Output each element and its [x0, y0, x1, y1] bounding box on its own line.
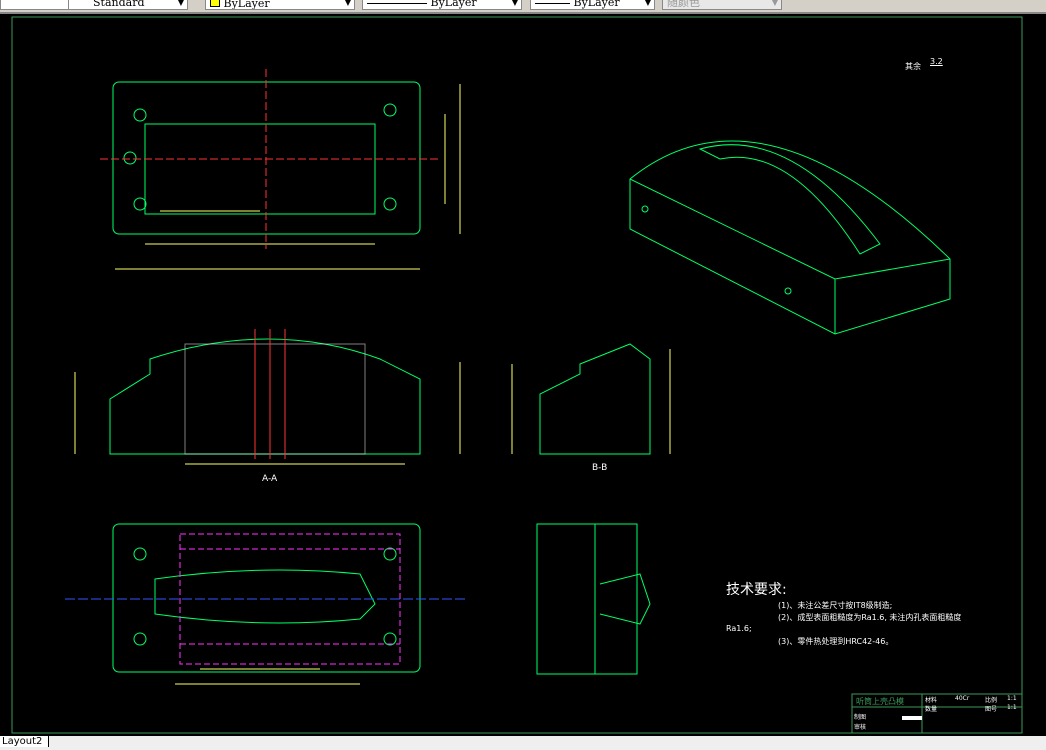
scale-value: 1:1 [1007, 695, 1017, 702]
layout-tabs: Layout2 [0, 736, 1046, 750]
bottom-view [112, 523, 421, 673]
lineweight-dropdown[interactable]: ByLayer ▼ [530, 0, 655, 10]
side-view [536, 523, 651, 675]
chevron-down-icon: ▼ [771, 0, 778, 7]
qty-label: 数量 [925, 706, 938, 713]
section-label-b-b: B-B [592, 463, 608, 473]
tech-item: (1)、未注公差尺寸按IT8级制造; [778, 601, 893, 610]
signature-box [902, 716, 922, 720]
isometric-view [629, 140, 951, 335]
chevron-down-icon: ▼ [177, 0, 184, 7]
chevron-down-icon: ▼ [344, 0, 351, 7]
part-name: 听筒上壳凸模 [856, 697, 904, 706]
tech-requirements-title: 技术要求: [726, 582, 787, 598]
material-label: 材料 [925, 697, 938, 704]
roughness-note: 其余 [905, 62, 921, 71]
cad-drawing [11, 16, 1023, 734]
plotstyle-dropdown[interactable]: 随颜色 ▼ [662, 0, 782, 10]
section-a-a [109, 338, 421, 455]
tab-layout2[interactable]: Layout2 [0, 736, 50, 747]
properties-toolbar: ▼ Standard▼ ByLayer▼ ByLayer▼ ByLayer▼ 随… [0, 0, 1046, 14]
drawn-label: 制图 [854, 714, 867, 721]
roughness-value: 3.2 [930, 57, 943, 66]
drawing-no-label: 图号 [985, 706, 998, 713]
scale-label: 比例 [985, 697, 998, 704]
textstyle-dropdown[interactable]: Standard ▼ [68, 0, 188, 10]
section-b-b [539, 343, 651, 455]
material-value: 40Cr [955, 695, 970, 702]
color-swatch-icon [210, 0, 220, 7]
chevron-down-icon: ▼ [644, 0, 651, 7]
chevron-down-icon: ▼ [511, 0, 518, 7]
color-dropdown[interactable]: ByLayer ▼ [205, 0, 355, 10]
tech-item: (2)、成型表面粗糙度为Ra1.6, 未注内孔表面粗糙度 [778, 613, 962, 622]
drawing-no-value: 1:1 [1007, 704, 1017, 711]
linetype-dropdown[interactable]: ByLayer ▼ [362, 0, 522, 10]
checked-label: 审核 [854, 724, 867, 731]
section-label-a-a: A-A [262, 474, 278, 484]
drawing-canvas[interactable]: 其余 3.2 A-A B-B 技术要求: (1)、未注公差尺寸按IT8级制造; … [0, 14, 1046, 736]
tech-item: Ra1.6; [726, 624, 752, 633]
tech-item: (3)、零件热处理到HRC42-46。 [778, 637, 894, 646]
